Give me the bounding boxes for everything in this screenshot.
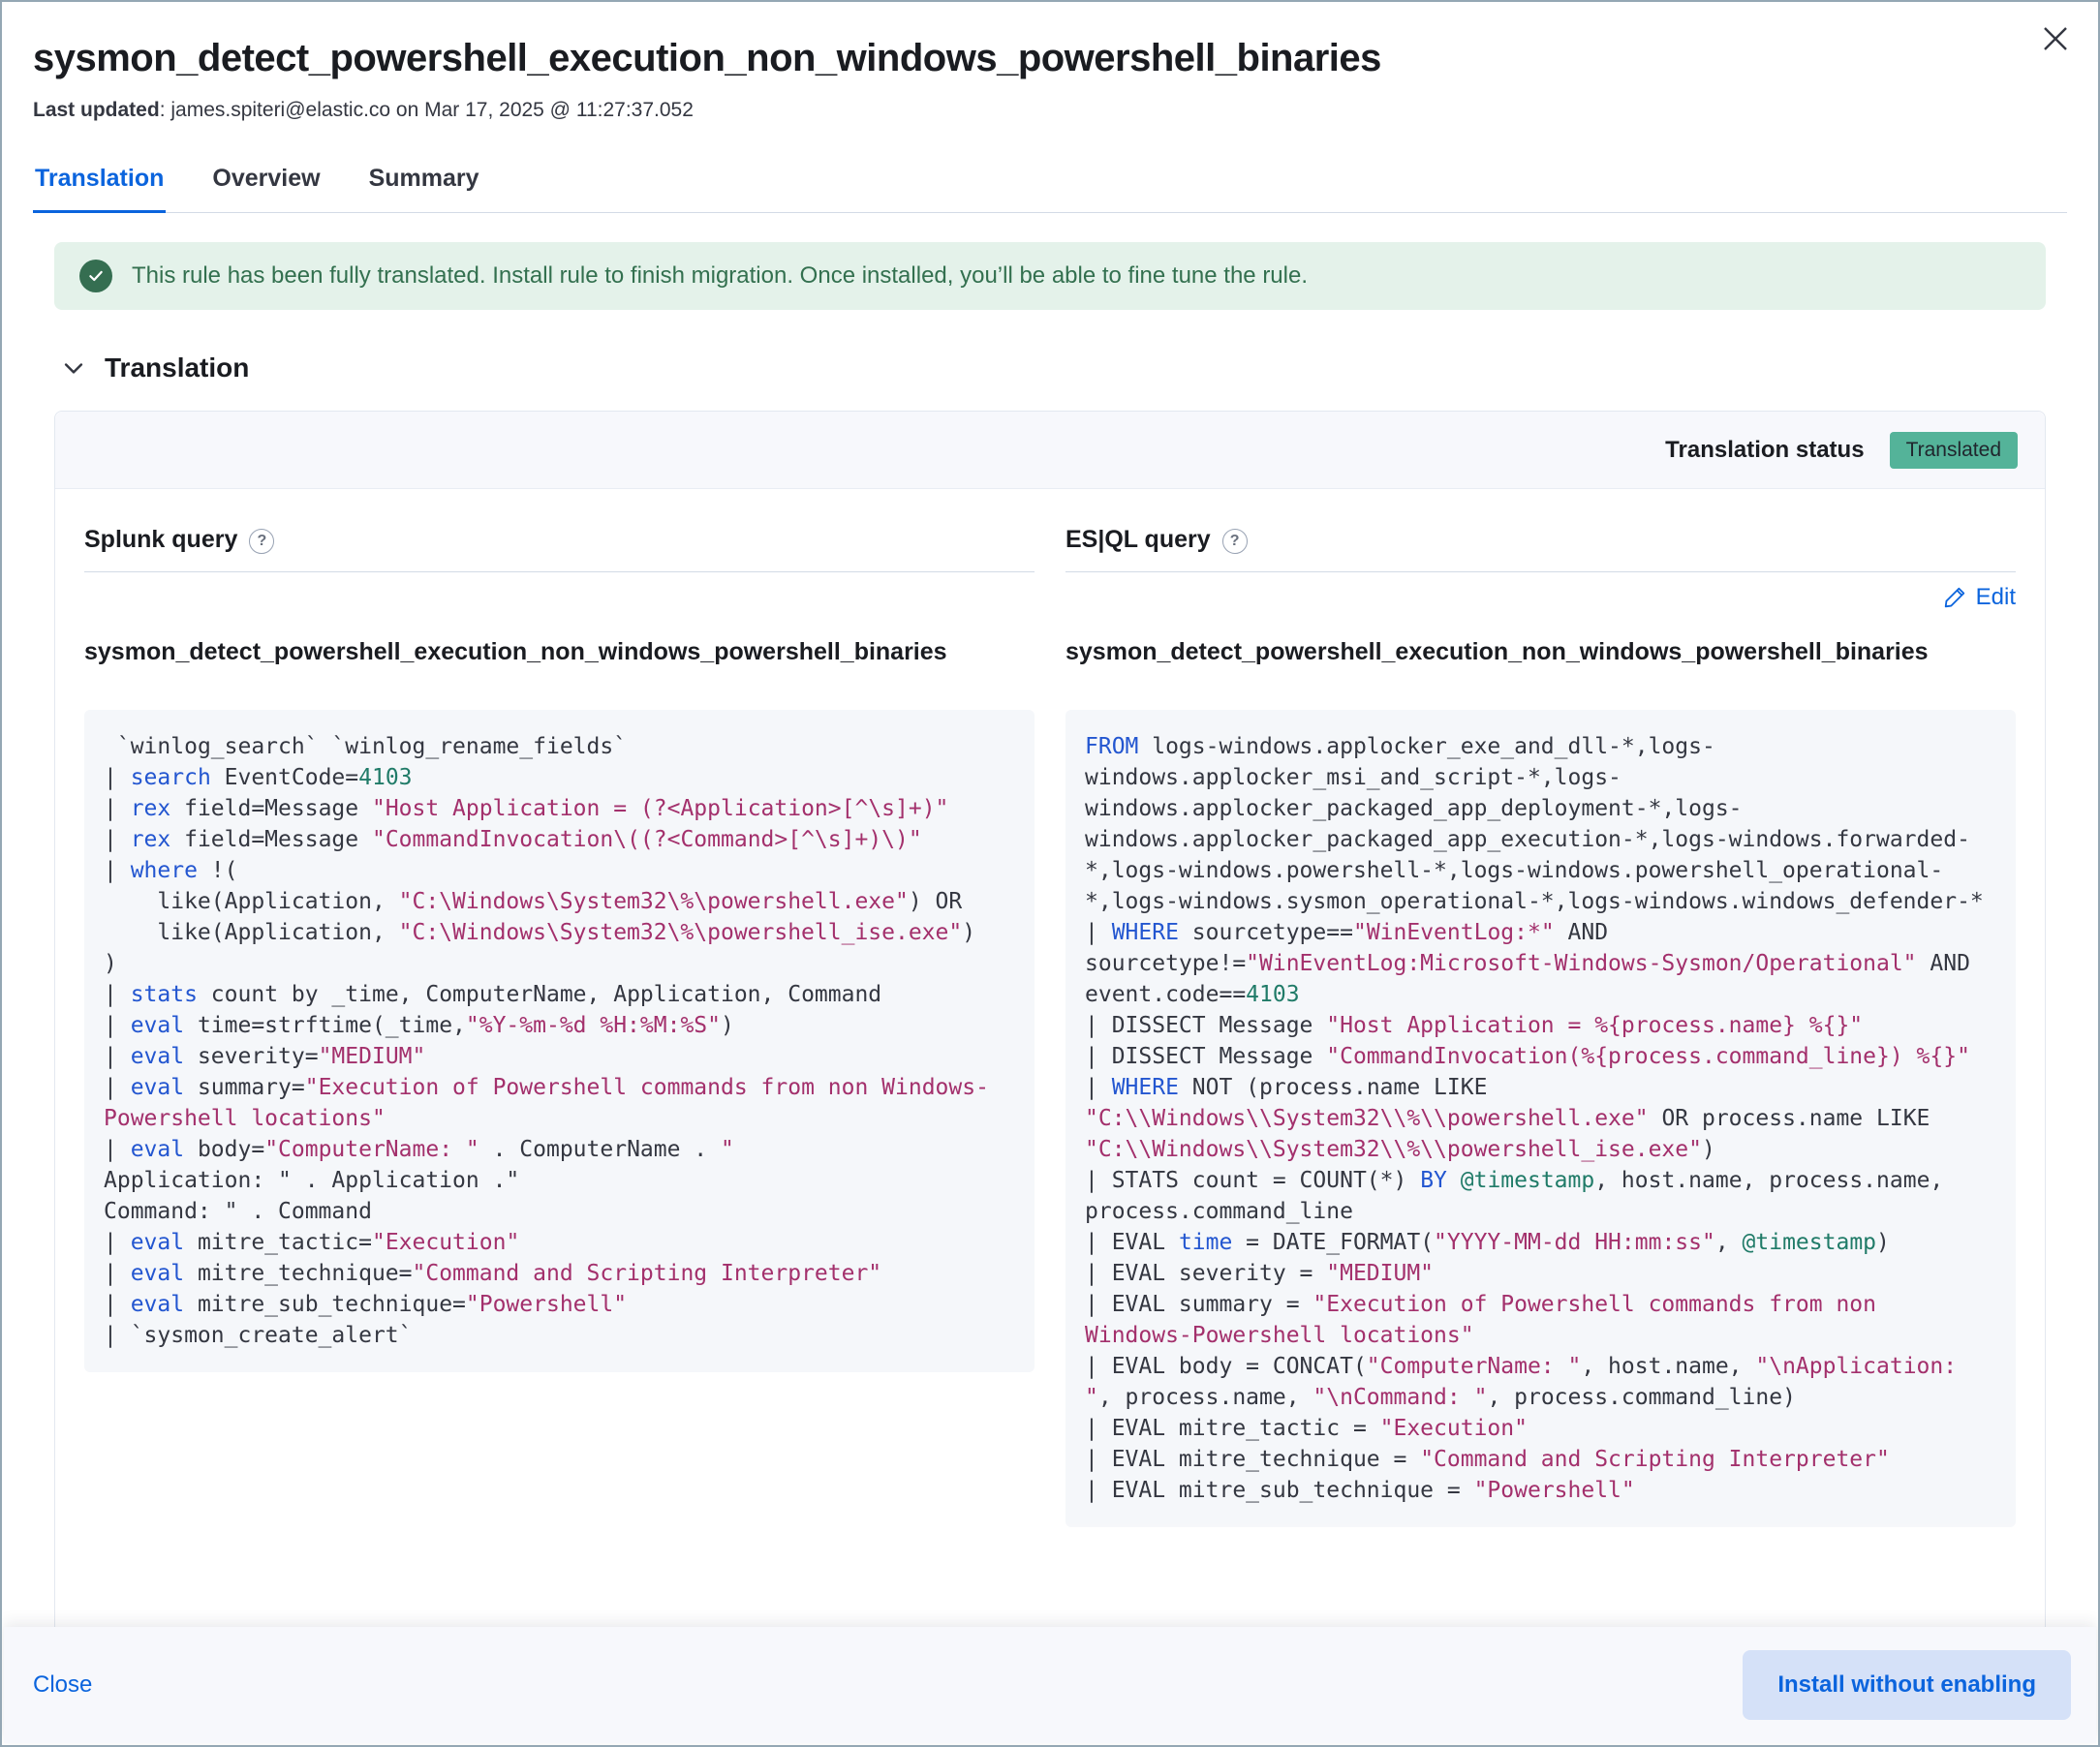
page-title: sysmon_detect_powershell_execution_non_w… [33,35,1992,81]
help-icon[interactable]: ? [1222,529,1248,554]
splunk-query-title: Splunk query [84,526,237,554]
esql-query-title: ES|QL query [1065,526,1211,554]
close-icon[interactable] [2038,21,2073,56]
callout-message: This rule has been fully translated. Ins… [132,262,1308,290]
translation-panel: Translation status Translated Splunk que… [54,411,2046,1670]
check-icon [79,260,112,292]
accordion-title: Translation [105,352,249,383]
column-divider [84,571,1035,572]
splunk-code-block: `winlog_search` `winlog_rename_fields`| … [84,710,1035,1372]
last-updated: Last updated: james.spiteri@elastic.co o… [33,99,1992,122]
chevron-down-icon [60,354,87,382]
splunk-column: Splunk query ? sysmon_detect_powershell_… [84,489,1035,1527]
edit-button[interactable]: Edit [1943,584,2016,611]
last-updated-label: Last updated [33,99,160,121]
tab-translation[interactable]: Translation [33,165,166,213]
close-button[interactable]: Close [33,1671,92,1699]
success-callout: This rule has been fully translated. Ins… [54,242,2046,310]
flyout-footer: Close Install without enabling [4,1627,2096,1743]
translation-accordion-toggle[interactable]: Translation [60,352,2046,383]
last-updated-value: : james.spiteri@elastic.co on Mar 17, 20… [160,99,694,121]
splunk-query-header: Splunk query ? [84,526,1035,554]
query-columns: Splunk query ? sysmon_detect_powershell_… [55,489,2045,1527]
translation-status-label: Translation status [1665,437,1864,464]
pencil-icon [1943,586,1966,609]
esql-column: ES|QL query ? Edit sysmon_detect_powersh… [1065,489,2016,1527]
panel-header: Translation status Translated [55,412,2045,489]
help-icon[interactable]: ? [249,529,274,554]
install-without-enabling-button[interactable]: Install without enabling [1743,1650,2071,1720]
tab-bar: Translation Overview Summary [33,165,2067,213]
column-divider [1065,571,2016,572]
tab-summary[interactable]: Summary [367,165,481,212]
translation-status-badge: Translated [1890,432,2018,469]
edit-label: Edit [1976,584,2016,611]
tab-overview[interactable]: Overview [210,165,322,212]
flyout-header: sysmon_detect_powershell_execution_non_w… [2,2,2098,122]
esql-query-header: ES|QL query ? [1065,526,2016,554]
esql-rule-name: sysmon_detect_powershell_execution_non_w… [1065,632,2016,671]
splunk-rule-name: sysmon_detect_powershell_execution_non_w… [84,632,1035,671]
esql-code-block: FROM logs-windows.applocker_exe_and_dll-… [1065,710,2016,1527]
rule-migration-flyout: sysmon_detect_powershell_execution_non_w… [0,0,2100,1747]
